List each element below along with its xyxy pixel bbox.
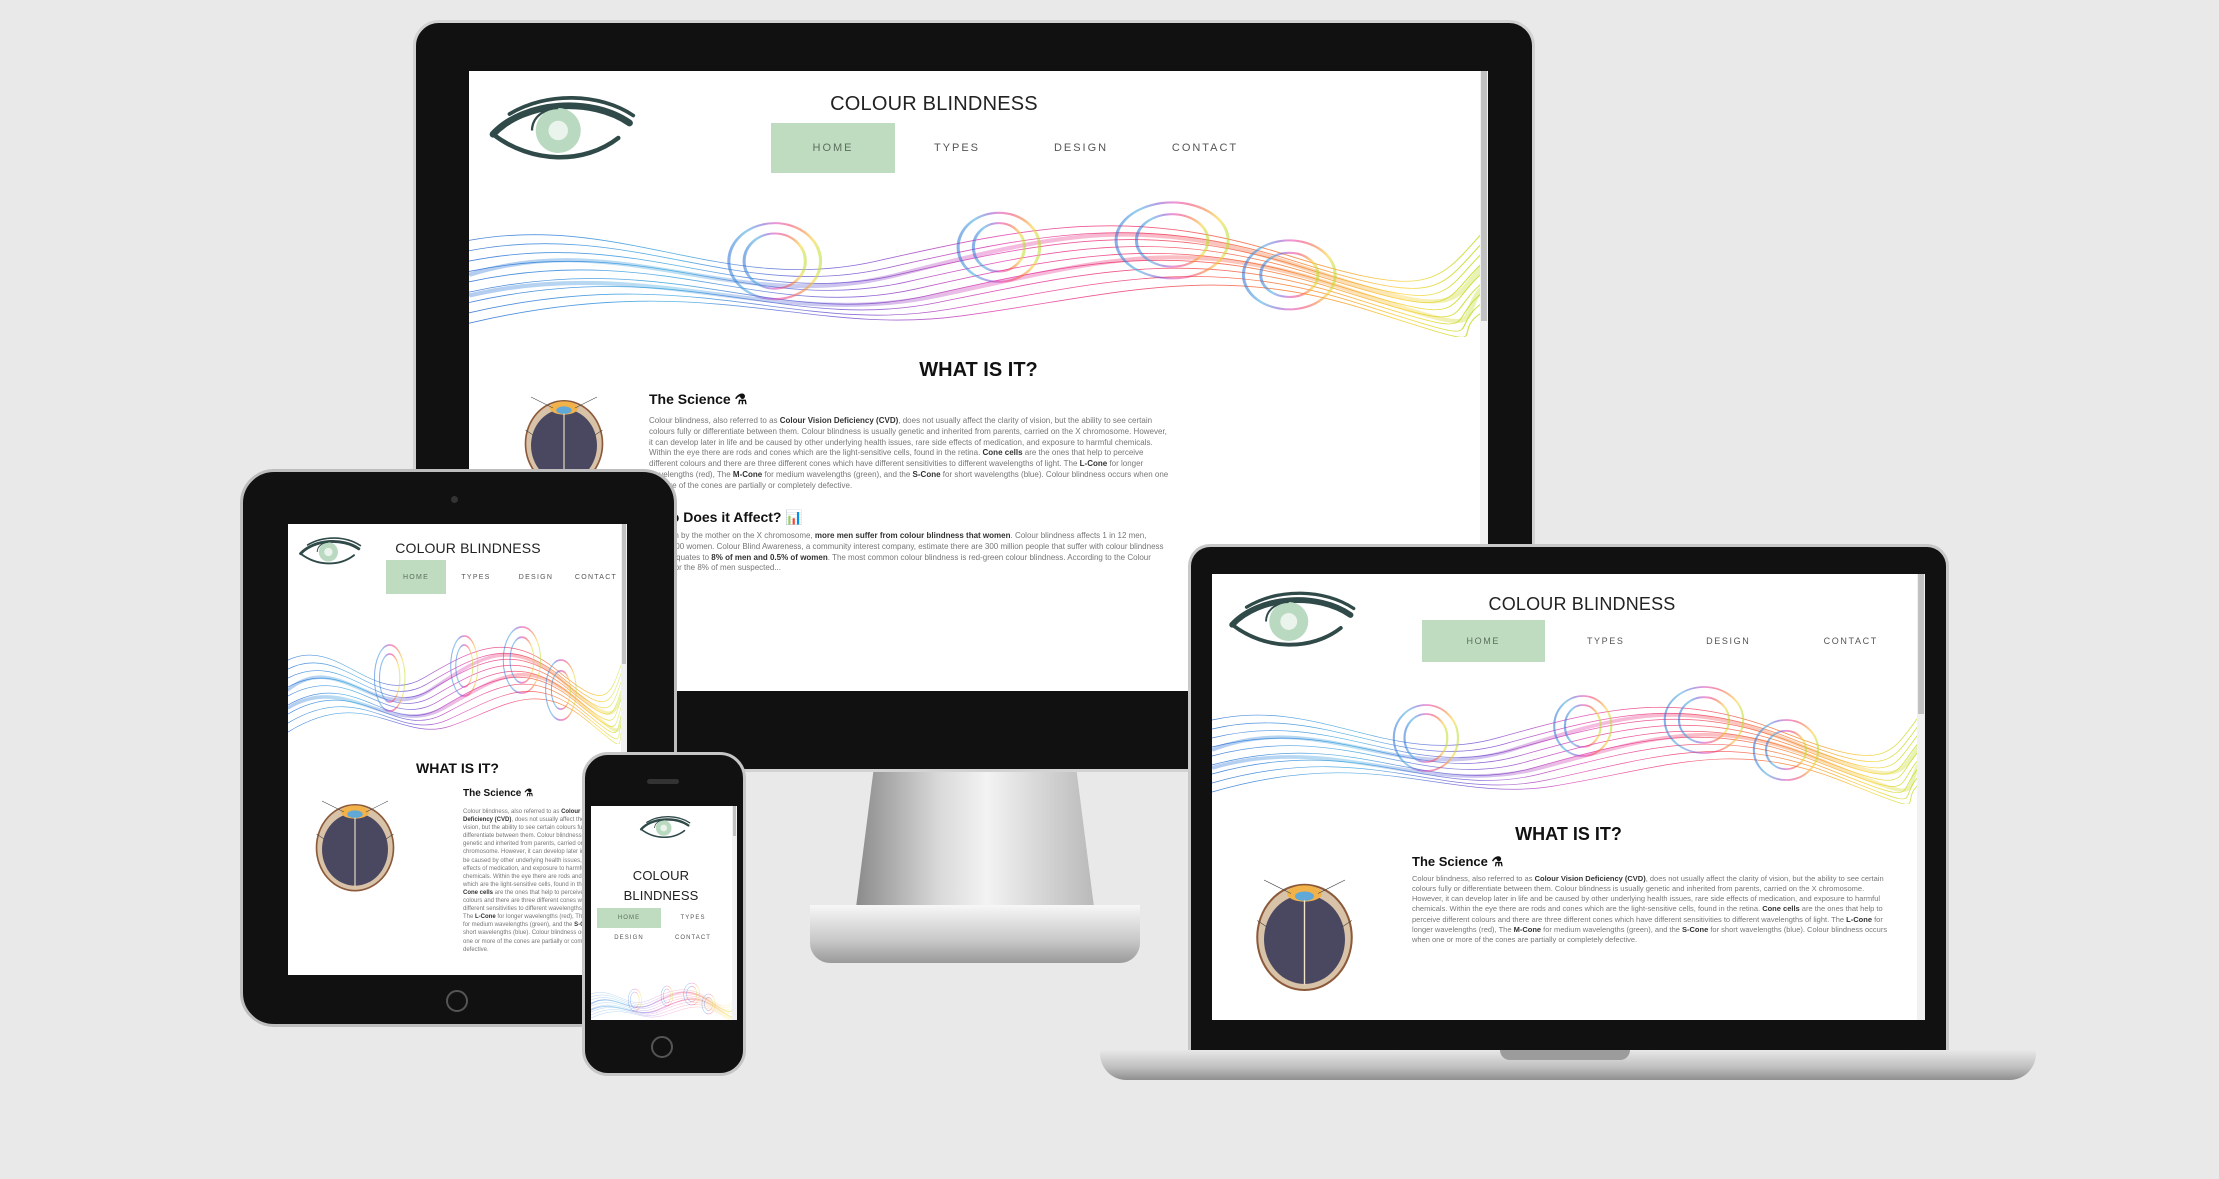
brand-title[interactable]: COLOUR BLINDNESS (814, 93, 1054, 116)
hero-banner (591, 982, 737, 1020)
nav-contact[interactable]: CONTACT (1790, 620, 1913, 662)
affect-text: Being passed down by the mother on the X… (609, 531, 1164, 573)
eye-anatomy-diagram (300, 780, 410, 910)
eye-logo[interactable] (487, 93, 637, 168)
nav-design[interactable]: DESIGN (1667, 620, 1790, 662)
nav-home[interactable]: HOME (386, 560, 446, 594)
nav-contact[interactable]: CONTACT (566, 560, 626, 594)
section-title: WHAT IS IT? (919, 359, 1038, 381)
tablet-screen: COLOUR BLINDNESS HOME TYPES DESIGN CONTA… (288, 524, 627, 975)
brand-title[interactable]: COLOUR BLINDNESS (388, 540, 548, 556)
hero-banner (469, 199, 1488, 337)
nav-contact[interactable]: CONTACT (1143, 123, 1267, 173)
nav-design[interactable]: DESIGN (1019, 123, 1143, 173)
eye-anatomy-diagram (1237, 849, 1372, 1019)
eye-logo[interactable] (1227, 589, 1357, 654)
eye-logo[interactable] (298, 536, 362, 568)
nav-types[interactable]: TYPES (661, 908, 725, 928)
nav-home[interactable]: HOME (1422, 620, 1545, 662)
site-mobile: COLOUR BLINDNESS HOME TYPES DESIGN CONTA… (591, 806, 737, 1020)
nav-home[interactable]: HOME (771, 123, 895, 173)
nav-types[interactable]: TYPES (1545, 620, 1668, 662)
laptop-screen: COLOUR BLINDNESS HOME TYPES DESIGN CONTA… (1212, 574, 1925, 1020)
main-nav: HOME TYPES DESIGN CONTACT (386, 560, 626, 594)
tablet-home-button[interactable] (446, 990, 468, 1012)
main-nav: HOME TYPES DESIGN CONTACT (1422, 620, 1912, 662)
science-text: Colour blindness, also referred to as Co… (649, 416, 1169, 490)
monitor-stand (855, 765, 1095, 915)
hero-banner (1212, 684, 1925, 804)
laptop-notch (1500, 1050, 1630, 1060)
nav-types[interactable]: TYPES (446, 560, 506, 594)
nav-design[interactable]: DESIGN (506, 560, 566, 594)
nav-types[interactable]: TYPES (895, 123, 1019, 173)
eye-logo[interactable] (639, 814, 691, 842)
scrollbar[interactable] (732, 806, 737, 1020)
section-title: WHAT IS IT? (1515, 824, 1622, 844)
phone-speaker (647, 779, 679, 784)
section-title: WHAT IS IT? (416, 760, 499, 776)
phone-screen: COLOUR BLINDNESS HOME TYPES DESIGN CONTA… (591, 806, 737, 1020)
science-title: The Science ⚗ (463, 788, 534, 799)
site-tablet: COLOUR BLINDNESS HOME TYPES DESIGN CONTA… (288, 524, 627, 975)
phone-home-button[interactable] (651, 1036, 673, 1058)
main-nav: HOME TYPES DESIGN CONTACT (597, 908, 725, 941)
scrollbar[interactable] (1917, 574, 1925, 1020)
main-nav: HOME TYPES DESIGN CONTACT (771, 123, 1267, 173)
brand-title[interactable]: COLOUR BLINDNESS (1452, 594, 1712, 615)
site-laptop: COLOUR BLINDNESS HOME TYPES DESIGN CONTA… (1212, 574, 1925, 1020)
science-text: Colour blindness, also referred to as Co… (1412, 874, 1888, 944)
science-title: The Science ⚗ (649, 391, 748, 407)
nav-design[interactable]: DESIGN (597, 928, 661, 948)
nav-contact[interactable]: CONTACT (661, 928, 725, 948)
hero-banner (288, 624, 627, 744)
science-title: The Science ⚗ (1412, 854, 1504, 869)
tablet-camera (451, 496, 458, 503)
brand-title[interactable]: COLOUR BLINDNESS (591, 866, 731, 906)
nav-home[interactable]: HOME (597, 908, 661, 928)
monitor-stand-base (810, 905, 1140, 963)
